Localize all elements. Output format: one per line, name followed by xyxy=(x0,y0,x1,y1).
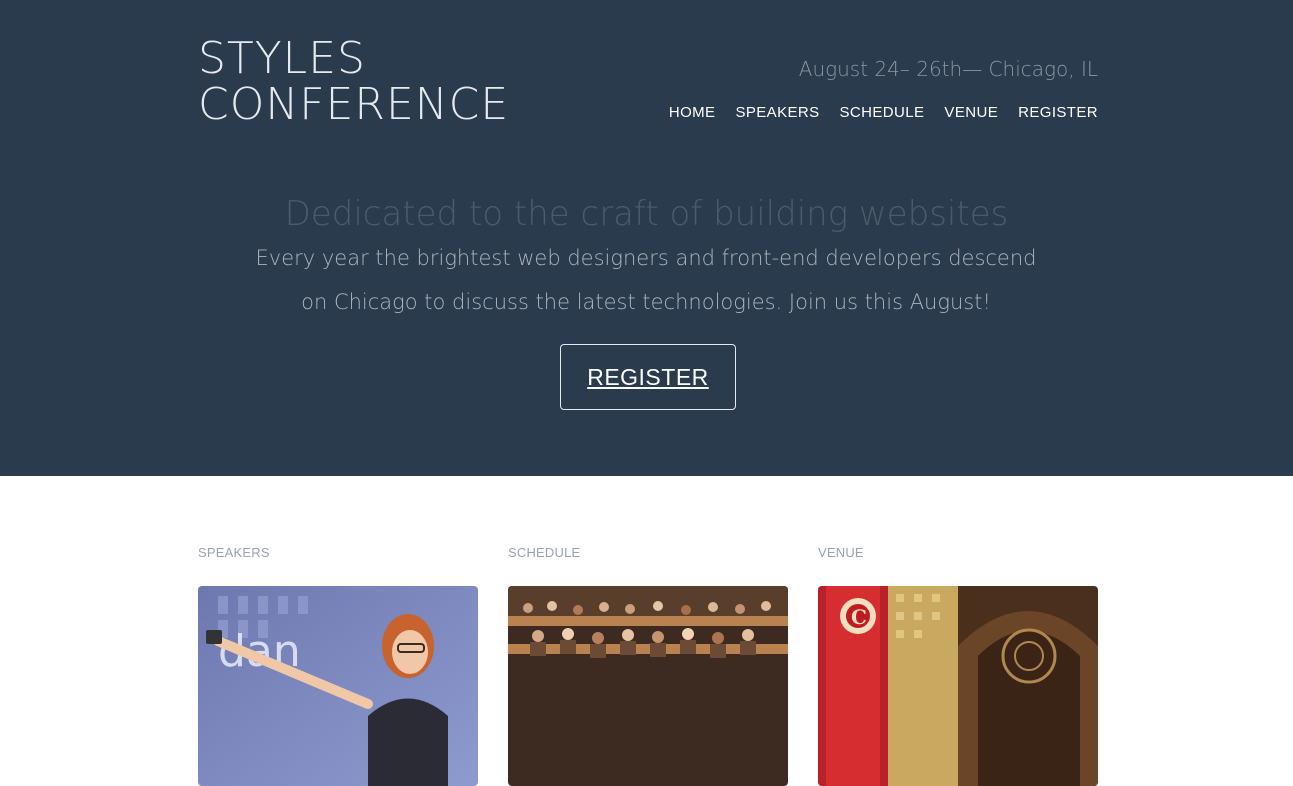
theater-photo-image: C xyxy=(818,586,1098,786)
feature-title-venue: VENUE xyxy=(818,545,864,560)
audience-photo-image xyxy=(508,586,788,786)
feature-title-schedule: SCHEDULE xyxy=(508,545,581,560)
nav-register[interactable]: REGISTER xyxy=(1018,103,1098,123)
site-logo[interactable]: STYLES CONFERENCE xyxy=(198,36,509,128)
hero-section: STYLES CONFERENCE August 24– 26th— Chica… xyxy=(0,0,1293,476)
nav-speakers[interactable]: SPEAKERS xyxy=(735,103,819,123)
features-section: SPEAKERS dan SCHEDULE VENUE C xyxy=(198,544,1098,786)
event-tagline: August 24– 26th— Chicago, IL xyxy=(798,57,1098,81)
svg-text:C: C xyxy=(851,605,867,629)
speaker-photo-image: dan xyxy=(198,586,478,786)
theater-photo[interactable]: C xyxy=(818,586,1098,786)
primary-nav: HOME SPEAKERS SCHEDULE VENUE REGISTER xyxy=(669,103,1098,123)
nav-schedule[interactable]: SCHEDULE xyxy=(840,103,925,123)
nav-venue[interactable]: VENUE xyxy=(944,103,998,123)
speaker-photo[interactable]: dan xyxy=(198,586,478,786)
feature-title-speakers: SPEAKERS xyxy=(198,545,270,560)
feature-speakers: SPEAKERS dan xyxy=(198,544,478,786)
register-button[interactable]: REGISTER xyxy=(560,344,736,410)
feature-schedule: SCHEDULE xyxy=(508,544,788,786)
audience-photo[interactable] xyxy=(508,586,788,786)
hero-lead: Every year the brightest web designers a… xyxy=(255,246,1037,314)
logo-line-styles: STYLES xyxy=(198,33,366,84)
feature-venue: VENUE C xyxy=(818,544,1098,786)
logo-line-conference: CONFERENCE xyxy=(198,79,510,130)
nav-home[interactable]: HOME xyxy=(669,103,716,123)
hero-headline: Dedicated to the craft of building websi… xyxy=(284,194,1009,234)
